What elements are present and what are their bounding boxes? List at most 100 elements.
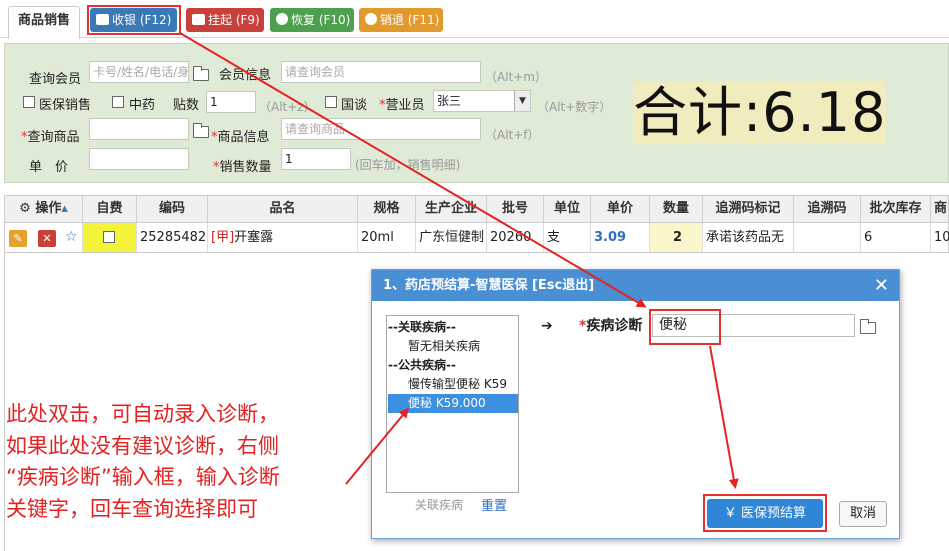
salesperson-hint: （Alt+数字）: [537, 100, 612, 114]
query-product-label: *查询商品: [21, 130, 80, 145]
arrow-right-icon: ➔: [541, 318, 553, 334]
national-talk-label: 国谈: [341, 98, 368, 113]
diagnosis-label: *疾病诊断: [579, 318, 643, 334]
header-self-pay[interactable]: 自费: [83, 196, 137, 222]
header-code[interactable]: 编码: [137, 196, 208, 222]
restore-button[interactable]: 恢复 (F10): [270, 8, 354, 32]
instruction-annotation: 此处双击，可自动录入诊断， 如果此处没有建议诊断，右侧 “疾病诊断”输入框，输入…: [6, 402, 280, 521]
list-item-selected[interactable]: 便秘 K59.000: [388, 394, 518, 413]
highlight-box-checkout: [87, 5, 181, 35]
list-item[interactable]: 暂无相关疾病: [388, 337, 518, 356]
minus-circle-icon: [365, 13, 377, 25]
table-row[interactable]: ✎ ✕ ☆ 252854828 [甲]开塞露 20ml 广东恒健制 20260 …: [4, 223, 949, 253]
check-circle-icon: [276, 13, 288, 25]
quantity-label: *销售数量: [213, 160, 272, 175]
row-code: 252854828: [137, 223, 208, 252]
row-maker: 广东恒健制: [416, 223, 487, 252]
product-hint: （Alt+f）: [485, 128, 540, 142]
restore-button-label: 恢复 (F10): [291, 13, 351, 27]
product-info-field[interactable]: 请查询商品: [281, 118, 481, 140]
header-qty[interactable]: 数量: [650, 196, 703, 222]
product-info-label-text: 商品信息: [217, 130, 270, 145]
row-price[interactable]: 3.09: [591, 223, 650, 252]
dialog-title-text: 1、药店预结算-智慧医保 [Esc退出]: [383, 278, 595, 293]
unit-price-label: 单 价: [29, 160, 69, 175]
query-product-input[interactable]: [89, 118, 189, 140]
row-trace-mark[interactable]: 承诺该药品无: [703, 223, 794, 252]
row-batch: 20260: [487, 223, 544, 252]
row-spec: 20ml: [358, 223, 416, 252]
row-more: 10: [934, 230, 949, 245]
cup-icon: [192, 14, 205, 25]
doses-label: 贴数: [173, 98, 200, 113]
medical-insurance-checkbox[interactable]: [23, 96, 35, 108]
header-name[interactable]: 品名: [208, 196, 358, 222]
sort-icon: ▴: [61, 201, 68, 216]
header-trace-code[interactable]: 追溯码: [794, 196, 861, 222]
header-ops[interactable]: ⚙ 操作▴: [5, 196, 83, 222]
doses-input[interactable]: 1: [206, 91, 256, 113]
hold-button[interactable]: 挂起 (F9): [186, 8, 264, 32]
header-trace-mark[interactable]: 追溯码标记: [703, 196, 794, 222]
table-header: ⚙ 操作▴ 自费 编码 品名 规格 生产企业 批号 单位 单价 数量 追溯码标记…: [4, 195, 949, 223]
delete-icon[interactable]: ✕: [38, 230, 56, 247]
row-ops-cell: ✎ ✕ ☆: [5, 223, 83, 252]
star-icon[interactable]: ☆: [65, 223, 78, 252]
medical-insurance-label: 医保销售: [39, 98, 92, 113]
row-qty[interactable]: 2: [650, 223, 703, 252]
unit-price-field[interactable]: [89, 148, 189, 170]
doses-hint: （Alt+z）: [259, 100, 316, 114]
close-icon[interactable]: ✕: [874, 270, 889, 301]
quantity-hint: (回车加，销售明细): [355, 158, 461, 172]
member-hint: （Alt+m）: [485, 70, 547, 84]
member-info-field[interactable]: 请查询会员: [281, 61, 481, 83]
list-item[interactable]: 慢传输型便秘 K59: [388, 375, 518, 394]
edit-icon[interactable]: ✎: [9, 230, 27, 247]
disease-listbox[interactable]: --关联疾病-- 暂无相关疾病 --公共疾病-- 慢传输型便秘 K59 便秘 K…: [386, 315, 519, 493]
dialog-title: 1、药店预结算-智慧医保 [Esc退出]: [372, 270, 899, 301]
folder-icon[interactable]: [193, 123, 209, 138]
row-name-tag: [甲]: [211, 230, 235, 245]
row-name: [甲]开塞露: [208, 223, 358, 252]
highlight-box-settle: [703, 494, 827, 532]
highlight-box-diagnosis: [649, 309, 721, 345]
gear-icon: ⚙: [19, 201, 31, 216]
member-info-label: 会员信息: [219, 68, 272, 83]
row-self-pay-cell: [83, 223, 137, 252]
header-more[interactable]: 商: [931, 196, 949, 222]
row-unit: 支: [544, 223, 591, 252]
query-product-label-text: 查询商品: [27, 130, 80, 145]
chevron-down-icon[interactable]: ▼: [514, 91, 530, 111]
folder-icon[interactable]: [193, 66, 209, 81]
row-batch-stock: 6: [861, 223, 931, 252]
tab-product-sales[interactable]: 商品销售: [8, 6, 80, 39]
row-trace-code[interactable]: [794, 223, 861, 252]
salesperson-value: 张三: [437, 94, 462, 108]
header-spec[interactable]: 规格: [358, 196, 416, 222]
quantity-input[interactable]: 1: [281, 148, 351, 170]
header-price[interactable]: 单价: [591, 196, 650, 222]
header-batch[interactable]: 批号: [487, 196, 544, 222]
header-ops-label: 操作: [35, 201, 62, 216]
reset-link[interactable]: 重置: [481, 495, 507, 514]
row-name-text: 开塞露: [234, 230, 274, 245]
chinese-medicine-label: 中药: [129, 98, 156, 113]
folder-icon[interactable]: [860, 319, 876, 334]
cancel-button[interactable]: 取消: [839, 501, 887, 527]
related-disease-label: 关联疾病: [415, 498, 464, 512]
salesperson-label-text: 营业员: [385, 98, 425, 113]
header-unit[interactable]: 单位: [544, 196, 591, 222]
query-member-label: 查询会员: [29, 72, 82, 87]
self-pay-checkbox[interactable]: [103, 231, 115, 243]
query-member-input[interactable]: 卡号/姓名/电话/身: [89, 61, 189, 83]
return-button[interactable]: 销退 (F11): [359, 8, 443, 32]
header-batch-stock[interactable]: 批次库存: [861, 196, 931, 222]
hold-button-label: 挂起 (F9): [208, 13, 260, 27]
list-item: --公共疾病--: [388, 358, 456, 372]
list-item: --关联疾病--: [388, 320, 456, 334]
national-talk-checkbox[interactable]: [325, 96, 337, 108]
chinese-medicine-checkbox[interactable]: [112, 96, 124, 108]
total-amount: 合计:6.18: [633, 81, 887, 144]
header-maker[interactable]: 生产企业: [416, 196, 487, 222]
diagnosis-label-text: 疾病诊断: [586, 318, 643, 334]
